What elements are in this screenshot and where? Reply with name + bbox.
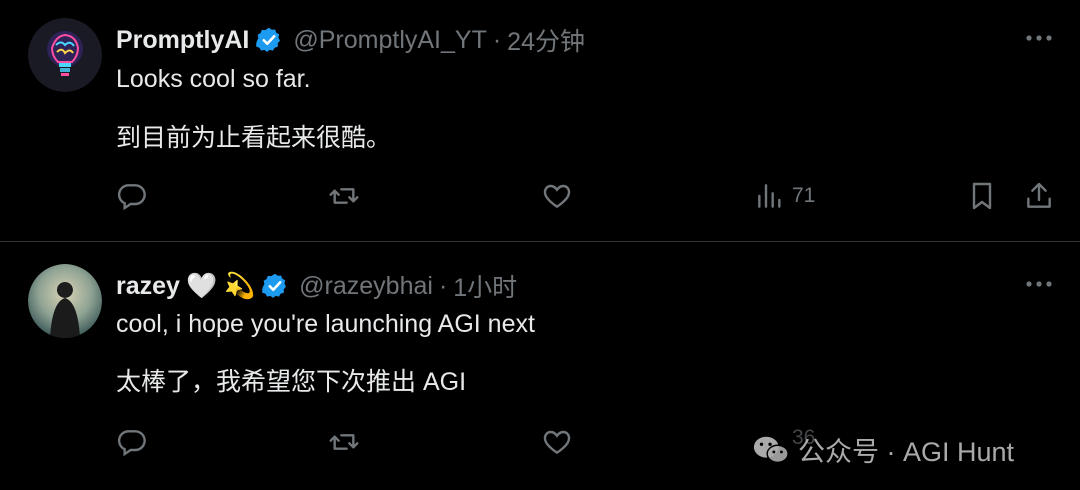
silhouette-avatar-icon [28, 264, 102, 338]
bookmark-button[interactable] [966, 180, 998, 212]
share-button[interactable] [1023, 180, 1055, 212]
reply-icon [117, 184, 146, 211]
reply-icon [117, 430, 146, 457]
tweet-translation: 到目前为止看起来很酷。 [116, 124, 392, 152]
share-icon [1027, 182, 1051, 208]
handle[interactable]: @PromptlyAI_YT [293, 26, 486, 55]
separator: · [438, 271, 448, 300]
retweet-button[interactable] [328, 426, 360, 458]
tweet-translation: 太棒了，我希望您下次推出 AGI [116, 368, 467, 396]
verified-badge-icon [256, 27, 281, 52]
timestamp[interactable]: 24分钟 [507, 22, 585, 58]
verified-badge-icon [262, 273, 287, 298]
display-name[interactable]: PromptlyAI [116, 26, 249, 55]
tweet-1[interactable]: PromptlyAI @PromptlyAI_YT · 24分钟 Looks c… [0, 0, 1080, 242]
like-button[interactable] [541, 180, 573, 212]
avatar[interactable] [28, 264, 102, 338]
action-bar: 71 [0, 180, 1080, 224]
watermark-label: 公众号 · AGI Hunt [798, 437, 1015, 467]
more-icon[interactable] [1024, 274, 1054, 294]
display-name[interactable]: razey [116, 272, 180, 301]
views-count: 71 [792, 184, 816, 207]
retweet-icon [329, 434, 359, 450]
more-icon[interactable] [1024, 28, 1054, 48]
like-icon [543, 430, 571, 455]
handle[interactable]: @razeybhai [299, 272, 433, 301]
retweet-icon [329, 188, 359, 204]
tweet-header: PromptlyAI @PromptlyAI_YT · 24分钟 [116, 22, 585, 58]
like-button[interactable] [541, 426, 573, 458]
name-emoji: 🤍 💫 [185, 271, 256, 300]
reply-button[interactable] [116, 180, 148, 212]
wechat-icon [753, 436, 789, 463]
bookmark-icon [972, 182, 992, 210]
views-button[interactable]: 71 [754, 180, 815, 212]
reply-button[interactable] [116, 426, 148, 458]
views-icon [758, 184, 781, 208]
watermark: 公众号 · AGI Hunt [752, 430, 1014, 469]
tweet-text: cool, i hope you're launching AGI next [116, 310, 535, 338]
avatar[interactable] [28, 18, 102, 92]
like-icon [543, 184, 571, 209]
tweet-text: Looks cool so far. [116, 65, 311, 93]
tweet-header: razey 🤍 💫 @razeybhai · 1小时 [116, 268, 517, 304]
lightbulb-brain-icon [28, 18, 102, 92]
retweet-button[interactable] [328, 180, 360, 212]
timestamp[interactable]: 1小时 [453, 268, 517, 304]
separator: · [492, 25, 502, 54]
